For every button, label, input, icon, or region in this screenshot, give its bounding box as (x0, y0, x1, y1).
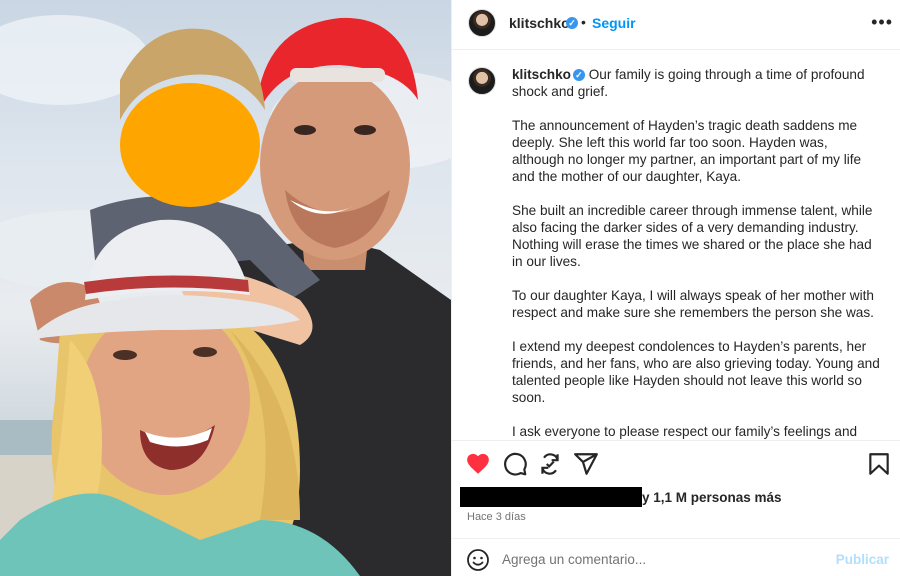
caption-paragraph: The announcement of Hayden’s tragic deat… (512, 118, 862, 184)
caption-text: klitschko ✓ Our family is going through a… (512, 66, 880, 439)
post-detail-panel: klitschko ✓ • Seguir ••• klitschko ✓ Our … (451, 0, 900, 576)
caption-username[interactable]: klitschko (512, 67, 571, 82)
caption-author-avatar[interactable] (468, 67, 496, 95)
like-heart-icon[interactable] (465, 451, 491, 477)
emoji-icon[interactable] (466, 548, 490, 572)
bookmark-icon[interactable] (866, 451, 892, 477)
caption-paragraph: To our daughter Kaya, I will always spea… (512, 288, 874, 320)
comment-icon[interactable] (502, 451, 528, 477)
verified-badge-icon: ✓ (566, 17, 578, 29)
post-comment-button[interactable]: Publicar (836, 552, 889, 567)
post-photo[interactable] (0, 0, 451, 576)
caption-paragraph: She built an incredible career through i… (512, 203, 873, 269)
send-icon[interactable] (573, 451, 599, 477)
post-header: klitschko ✓ • Seguir ••• (452, 0, 900, 50)
likes-redaction (460, 487, 642, 507)
more-options-icon[interactable]: ••• (871, 12, 893, 33)
caption-paragraph: klitschko ✓ Our family is going through a… (512, 67, 865, 99)
follow-button[interactable]: Seguir (592, 15, 636, 31)
face-redaction (120, 83, 260, 207)
post-timestamp[interactable]: Hace 3 días (467, 511, 526, 523)
photo-illustration (0, 15, 451, 576)
caption-verified-badge-icon: ✓ (572, 69, 585, 81)
caption-area: klitschko ✓ Our family is going through a… (452, 51, 900, 439)
caption-paragraph: I extend my deepest condolences to Hayde… (512, 339, 880, 405)
separator-dot: • (581, 14, 586, 30)
action-bar (452, 440, 900, 486)
caption-paragraph: I ask everyone to please respect our fam… (512, 424, 858, 439)
comment-bar: Publicar (452, 538, 900, 576)
likes-text: y 1,1 M personas más (642, 490, 782, 505)
author-username[interactable]: klitschko (509, 15, 570, 31)
comment-input[interactable] (502, 548, 822, 570)
repost-icon[interactable] (537, 451, 563, 477)
author-avatar[interactable] (468, 9, 496, 37)
